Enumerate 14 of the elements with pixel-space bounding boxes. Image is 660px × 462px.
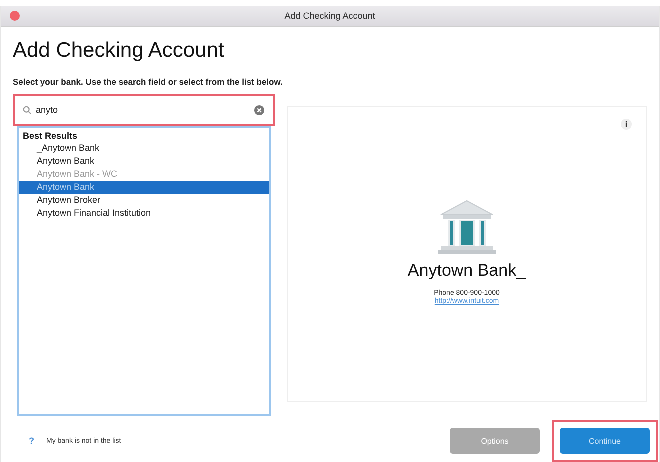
bank-name: Anytown Bank_ — [408, 261, 526, 281]
window-title: Add Checking Account — [284, 11, 376, 21]
dialog-heading: Add Checking Account — [13, 39, 226, 63]
list-header: Best Results — [22, 130, 79, 142]
bank-list-item[interactable]: _Anytown Bank — [19, 142, 269, 155]
bank-icon — [436, 199, 497, 255]
search-icon — [23, 106, 32, 114]
bank-list-item[interactable]: Anytown Financial Institution — [19, 207, 269, 220]
bank-list-item[interactable]: Anytown Bank — [19, 155, 269, 168]
bank-list-item[interactable]: Anytown Broker — [19, 194, 269, 207]
close-icon[interactable] — [10, 11, 20, 21]
info-button[interactable]: i — [621, 119, 632, 130]
clear-icon[interactable] — [254, 104, 265, 116]
instruction-text: Select your bank. Use the search field or select from the list below. — [13, 77, 284, 87]
